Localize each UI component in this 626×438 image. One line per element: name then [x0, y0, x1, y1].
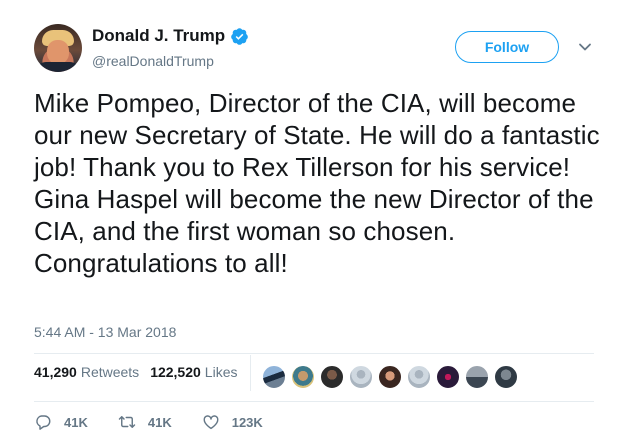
retweets-label: Retweets — [80, 364, 140, 380]
like-button[interactable]: 123K — [202, 413, 263, 431]
user-name-row: Donald J. Trump — [92, 26, 249, 46]
display-name[interactable]: Donald J. Trump — [92, 26, 225, 46]
liker-avatar[interactable] — [320, 365, 344, 389]
liker-avatar[interactable] — [494, 365, 518, 389]
retweet-count: 41K — [147, 414, 172, 430]
retweets-stat[interactable]: 41,290 Retweets — [34, 364, 139, 380]
liker-avatar[interactable] — [465, 365, 489, 389]
stats-separator — [250, 355, 251, 391]
like-count: 123K — [231, 414, 263, 430]
retweet-button[interactable]: 41K — [118, 413, 172, 431]
verified-badge-icon — [231, 27, 248, 45]
tweet-actions: 41K 41K 123K — [34, 413, 263, 431]
profile-avatar[interactable] — [34, 24, 82, 72]
liker-avatar[interactable] — [262, 365, 286, 389]
tweet-timestamp[interactable]: 5:44 AM - 13 Mar 2018 — [34, 324, 176, 340]
reply-button[interactable]: 41K — [34, 413, 88, 431]
likes-count: 122,520 — [150, 364, 201, 380]
liker-avatars — [262, 365, 523, 389]
tweet-text: Mike Pompeo, Director of the CIA, will b… — [34, 88, 600, 278]
engagement-stats: 41,290 Retweets 122,520 Likes — [34, 364, 237, 380]
likes-stat[interactable]: 122,520 Likes — [150, 364, 237, 380]
reply-count: 41K — [64, 414, 88, 430]
likes-label: Likes — [204, 364, 238, 380]
liker-avatar[interactable] — [349, 365, 373, 389]
liker-avatar[interactable] — [378, 365, 402, 389]
heart-icon — [203, 415, 219, 430]
follow-button[interactable]: Follow — [455, 31, 559, 63]
reply-icon — [36, 415, 51, 430]
divider-top — [34, 353, 594, 354]
retweet-icon — [118, 416, 136, 428]
liker-avatar[interactable] — [291, 365, 315, 389]
avatar-face — [47, 40, 69, 64]
liker-avatar[interactable] — [436, 365, 460, 389]
chevron-down-icon[interactable] — [578, 40, 592, 54]
liker-avatar[interactable] — [407, 365, 431, 389]
user-handle[interactable]: @realDonaldTrump — [92, 53, 214, 69]
retweets-count: 41,290 — [34, 364, 77, 380]
divider-bottom — [34, 401, 594, 402]
avatar-suit — [36, 62, 80, 72]
